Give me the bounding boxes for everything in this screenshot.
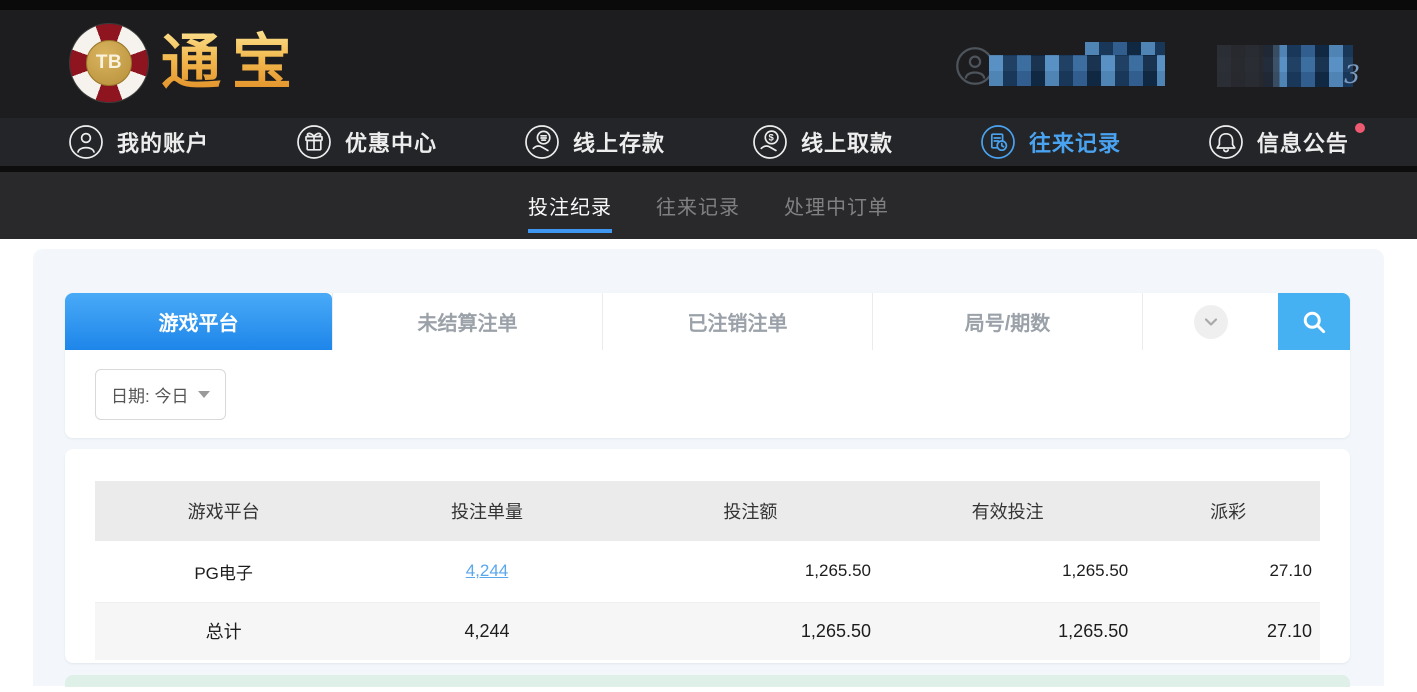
svg-text:$: $ <box>768 133 774 144</box>
cell-platform: PG电子 <box>95 541 352 602</box>
col-header-platform: 游戏平台 <box>95 481 352 541</box>
top-strip <box>0 0 1417 10</box>
search-button[interactable] <box>1278 293 1350 350</box>
nav-label: 线上存款 <box>573 126 665 158</box>
bets-summary-table: 游戏平台 投注单量 投注额 有效投注 派彩 PG电子 4,244 1,265.5… <box>95 481 1320 660</box>
deposit-icon <box>524 124 560 160</box>
next-panel-edge <box>65 675 1350 687</box>
col-header-bet-count: 投注单量 <box>352 481 622 541</box>
redacted-balance-shade <box>1217 45 1353 87</box>
main-nav: 我的账户 优惠中心 线上存款 $ 线上取款 往来记录 <box>0 118 1417 172</box>
col-header-valid-bet: 有效投注 <box>879 481 1136 541</box>
nav-item-records[interactable]: 往来记录 <box>980 124 1121 160</box>
ftab-game-platform[interactable]: 游戏平台 <box>65 293 332 350</box>
cell-bet-amount: 1,265.50 <box>622 541 879 602</box>
table-total-row: 总计 4,244 1,265.50 1,265.50 27.10 <box>95 602 1320 660</box>
notification-dot <box>1355 123 1365 133</box>
filter-card: 游戏平台 未结算注单 已注销注单 局号/期数 日期: 今日 <box>65 293 1350 438</box>
ftab-unsettled-bets[interactable]: 未结算注单 <box>332 293 602 350</box>
date-filter-label: 日期: 今日 <box>111 382 188 407</box>
subtab-processing-orders[interactable]: 处理中订单 <box>784 172 889 239</box>
redacted-username-ext <box>1085 42 1165 55</box>
header: TB 通宝 3 <box>0 10 1417 118</box>
nav-label: 线上取款 <box>801 126 893 158</box>
summary-table-card: 游戏平台 投注单量 投注额 有效投注 派彩 PG电子 4,244 1,265.5… <box>65 449 1350 663</box>
nav-item-promotions[interactable]: 优惠中心 <box>296 124 437 160</box>
total-payout: 27.10 <box>1136 602 1320 660</box>
col-header-payout: 派彩 <box>1136 481 1320 541</box>
cell-payout: 27.10 <box>1136 541 1320 602</box>
chevron-circle <box>1194 305 1228 339</box>
records-icon <box>980 124 1016 160</box>
balance-suffix: 3 <box>1344 60 1360 89</box>
total-valid-bet: 1,265.50 <box>879 602 1136 660</box>
bet-count-link[interactable]: 4,244 <box>466 561 509 580</box>
total-label: 总计 <box>95 602 352 660</box>
filter-tab-row: 游戏平台 未结算注单 已注销注单 局号/期数 <box>65 293 1350 350</box>
page-body: 游戏平台 未结算注单 已注销注单 局号/期数 日期: 今日 <box>0 239 1417 686</box>
chip-label: TB <box>96 52 122 74</box>
brand-logo[interactable]: TB 通宝 <box>70 24 303 102</box>
gift-icon <box>296 124 332 160</box>
more-tabs-dropdown[interactable] <box>1142 293 1278 350</box>
nav-item-my-account[interactable]: 我的账户 <box>68 124 209 160</box>
table-header-row: 游戏平台 投注单量 投注额 有效投注 派彩 <box>95 481 1320 541</box>
screen: TB 通宝 3 我的账户 <box>0 0 1417 692</box>
ftab-cancelled-bets[interactable]: 已注销注单 <box>602 293 872 350</box>
ftab-round-number[interactable]: 局号/期数 <box>872 293 1142 350</box>
user-area: 3 <box>955 40 1353 92</box>
sub-nav: 投注纪录 往来记录 处理中订单 <box>0 172 1417 239</box>
user-icon <box>68 124 104 160</box>
subtab-transaction-records[interactable]: 往来记录 <box>656 172 740 239</box>
brand-name: 通宝 <box>161 24 303 102</box>
nav-label: 优惠中心 <box>345 126 437 158</box>
date-filter-dropdown[interactable]: 日期: 今日 <box>95 369 226 420</box>
nav-item-withdraw[interactable]: $ 线上取款 <box>752 124 893 160</box>
table-row: PG电子 4,244 1,265.50 1,265.50 27.10 <box>95 541 1320 602</box>
poker-chip-icon: TB <box>70 24 148 102</box>
search-icon <box>1300 308 1328 336</box>
bell-icon <box>1208 124 1244 160</box>
withdraw-icon: $ <box>752 124 788 160</box>
cell-bet-count: 4,244 <box>352 541 622 602</box>
content-container: 游戏平台 未结算注单 已注销注单 局号/期数 日期: 今日 <box>33 249 1384 686</box>
nav-item-deposit[interactable]: 线上存款 <box>524 124 665 160</box>
cell-valid-bet: 1,265.50 <box>879 541 1136 602</box>
col-header-bet-amount: 投注额 <box>622 481 879 541</box>
redacted-username <box>989 55 1165 86</box>
redacted-balance: 3 <box>1217 45 1353 87</box>
subtab-betting-records[interactable]: 投注纪录 <box>528 172 612 239</box>
total-bet-amount: 1,265.50 <box>622 602 879 660</box>
nav-item-announcements[interactable]: 信息公告 <box>1208 124 1349 160</box>
total-bet-count: 4,244 <box>352 602 622 660</box>
nav-label: 信息公告 <box>1257 126 1349 158</box>
nav-label: 往来记录 <box>1029 126 1121 158</box>
chevron-down-icon <box>1201 312 1221 332</box>
date-filter-row: 日期: 今日 <box>65 350 1350 438</box>
triangle-down-icon <box>198 391 210 398</box>
nav-label: 我的账户 <box>117 126 209 158</box>
